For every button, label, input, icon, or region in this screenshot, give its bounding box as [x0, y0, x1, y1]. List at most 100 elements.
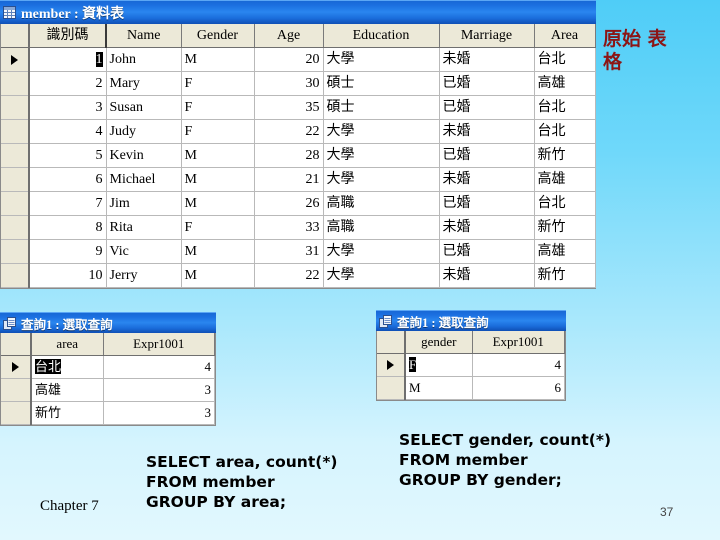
cell-count[interactable]: 6: [472, 376, 565, 400]
cell-marriage[interactable]: 未婚: [439, 47, 535, 72]
cell-gender[interactable]: F: [405, 353, 473, 377]
cell-name[interactable]: Rita: [106, 215, 182, 240]
cell-area[interactable]: 高雄: [534, 239, 596, 264]
cell-name[interactable]: Judy: [106, 119, 182, 144]
query-area-titlebar[interactable]: 查詢1 : 選取查詢: [0, 312, 216, 333]
cell-gender[interactable]: F: [181, 95, 255, 120]
table-row[interactable]: 高雄 3: [1, 378, 215, 402]
column-header-marriage[interactable]: Marriage: [439, 24, 535, 48]
cell-marriage[interactable]: 已婚: [439, 191, 535, 216]
cell-name[interactable]: Jerry: [106, 263, 182, 288]
cell-count[interactable]: 4: [103, 355, 215, 379]
cell-age[interactable]: 21: [254, 167, 324, 192]
cell-area[interactable]: 新竹: [31, 401, 104, 425]
select-all-corner[interactable]: [377, 331, 406, 354]
table-row[interactable]: M6: [377, 376, 565, 400]
cell-gender[interactable]: M: [405, 376, 473, 400]
table-row[interactable]: 10 Jerry M 22 大學 未婚 新竹: [1, 263, 596, 288]
cell-area[interactable]: 高雄: [31, 378, 104, 402]
cell-gender[interactable]: F: [181, 119, 255, 144]
cell-count[interactable]: 3: [103, 401, 215, 425]
cell-age[interactable]: 22: [254, 119, 324, 144]
table-row[interactable]: 5 Kevin M 28 大學 已婚 新竹: [1, 143, 596, 168]
cell-name[interactable]: Mary: [106, 71, 182, 96]
cell-id[interactable]: 2: [29, 71, 107, 96]
cell-area[interactable]: 台北: [534, 191, 596, 216]
cell-id[interactable]: 5: [29, 143, 107, 168]
cell-name[interactable]: Jim: [106, 191, 182, 216]
column-header-gender[interactable]: gender: [405, 331, 473, 354]
cell-id[interactable]: 3: [29, 95, 107, 120]
cell-gender[interactable]: M: [181, 143, 255, 168]
row-selector[interactable]: [377, 353, 406, 377]
row-selector[interactable]: [1, 95, 30, 120]
row-selector[interactable]: [1, 191, 30, 216]
cell-area[interactable]: 高雄: [534, 167, 596, 192]
cell-area[interactable]: 台北: [31, 355, 104, 379]
cell-count[interactable]: 4: [472, 353, 565, 377]
cell-age[interactable]: 33: [254, 215, 324, 240]
table-row[interactable]: 2 Mary F 30 碩士 已婚 高雄: [1, 71, 596, 96]
cell-area[interactable]: 新竹: [534, 143, 596, 168]
select-all-corner[interactable]: [1, 333, 32, 356]
table-row[interactable]: 台北 4: [1, 355, 215, 379]
cell-marriage[interactable]: 未婚: [439, 215, 535, 240]
column-header-age[interactable]: Age: [254, 24, 324, 48]
cell-age[interactable]: 28: [254, 143, 324, 168]
cell-education[interactable]: 高職: [323, 191, 440, 216]
cell-age[interactable]: 26: [254, 191, 324, 216]
cell-education[interactable]: 大學: [323, 47, 440, 72]
row-selector[interactable]: [1, 355, 32, 379]
column-header-education[interactable]: Education: [323, 24, 440, 48]
row-selector[interactable]: [1, 71, 30, 96]
cell-marriage[interactable]: 已婚: [439, 239, 535, 264]
cell-education[interactable]: 碩士: [323, 71, 440, 96]
table-row[interactable]: 4 Judy F 22 大學 未婚 台北: [1, 119, 596, 144]
cell-education[interactable]: 大學: [323, 239, 440, 264]
cell-education[interactable]: 碩士: [323, 95, 440, 120]
table-row[interactable]: 新竹 3: [1, 401, 215, 425]
cell-area[interactable]: 新竹: [534, 263, 596, 288]
cell-education[interactable]: 高職: [323, 215, 440, 240]
cell-id[interactable]: 9: [29, 239, 107, 264]
row-selector[interactable]: [1, 47, 30, 72]
cell-id[interactable]: 1: [29, 47, 107, 72]
cell-area[interactable]: 台北: [534, 47, 596, 72]
cell-area[interactable]: 台北: [534, 95, 596, 120]
table-row[interactable]: 8 Rita F 33 高職 未婚 新竹: [1, 215, 596, 240]
cell-gender[interactable]: M: [181, 263, 255, 288]
column-header-expr1001[interactable]: Expr1001: [103, 333, 215, 356]
row-selector[interactable]: [1, 119, 30, 144]
cell-age[interactable]: 31: [254, 239, 324, 264]
cell-name[interactable]: Susan: [106, 95, 182, 120]
cell-education[interactable]: 大學: [323, 263, 440, 288]
cell-name[interactable]: Vic: [106, 239, 182, 264]
member-window-titlebar[interactable]: member : 資料表: [0, 0, 596, 24]
cell-name[interactable]: Kevin: [106, 143, 182, 168]
cell-marriage[interactable]: 已婚: [439, 71, 535, 96]
row-selector[interactable]: [1, 263, 30, 288]
cell-id[interactable]: 4: [29, 119, 107, 144]
column-header-name[interactable]: Name: [106, 24, 182, 48]
table-row[interactable]: 9 Vic M 31 大學 已婚 高雄: [1, 239, 596, 264]
column-header-id[interactable]: 識別碼: [29, 24, 107, 48]
column-header-area[interactable]: Area: [534, 24, 596, 48]
cell-gender[interactable]: M: [181, 47, 255, 72]
query-gender-titlebar[interactable]: 查詢1 : 選取查詢: [376, 310, 566, 331]
cell-marriage[interactable]: 未婚: [439, 167, 535, 192]
cell-marriage[interactable]: 未婚: [439, 119, 535, 144]
table-row[interactable]: 1 John M 20 大學 未婚 台北: [1, 47, 596, 72]
cell-gender[interactable]: F: [181, 215, 255, 240]
cell-education[interactable]: 大學: [323, 143, 440, 168]
row-selector[interactable]: [1, 378, 32, 402]
cell-id[interactable]: 10: [29, 263, 107, 288]
row-selector[interactable]: [1, 215, 30, 240]
cell-gender[interactable]: M: [181, 167, 255, 192]
table-row[interactable]: 3 Susan F 35 碩士 已婚 台北: [1, 95, 596, 120]
table-row[interactable]: F4: [377, 353, 565, 377]
column-header-gender[interactable]: Gender: [181, 24, 255, 48]
column-header-expr1001[interactable]: Expr1001: [472, 331, 565, 354]
cell-area[interactable]: 高雄: [534, 71, 596, 96]
select-all-corner[interactable]: [1, 24, 30, 48]
column-header-area[interactable]: area: [31, 333, 104, 356]
